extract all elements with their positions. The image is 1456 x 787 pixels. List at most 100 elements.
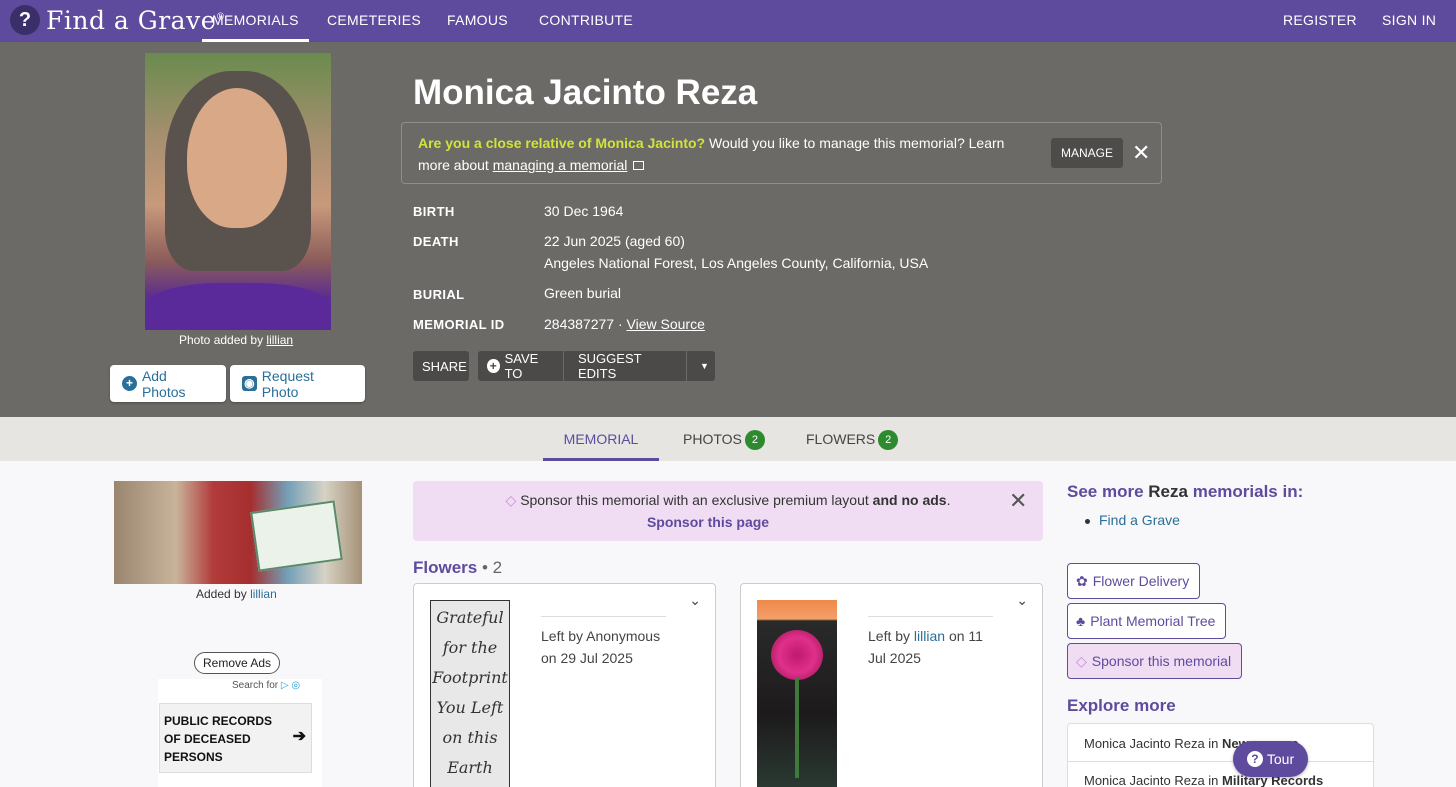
plant-tree-button[interactable]: ♣ Plant Memorial Tree (1067, 603, 1227, 639)
sponsor-text: ◇ Sponsor this memorial with an exclusiv… (505, 492, 951, 508)
bullet (1085, 519, 1090, 524)
side-photo-user-link[interactable]: lillian (250, 587, 277, 601)
memorial-portrait-photo[interactable] (145, 53, 331, 330)
suggest-edits-button[interactable]: SUGGEST EDITS (569, 351, 679, 381)
memorial-side-photo[interactable] (114, 481, 362, 584)
nav-cemeteries[interactable]: CEMETERIES (327, 0, 421, 42)
find-a-grave-link[interactable]: Find a Grave (1099, 512, 1180, 528)
close-icon[interactable]: ✕ (1132, 142, 1150, 164)
poem-line: on this (442, 728, 498, 747)
nav-register[interactable]: REGISTER (1283, 0, 1357, 42)
close-icon[interactable]: ✕ (1009, 490, 1027, 512)
portrait-face (187, 88, 287, 228)
tab-memorial[interactable]: MEMORIAL (543, 417, 659, 461)
ad-search-label: Search for ▷ ◎ (232, 680, 301, 691)
remove-ads-button[interactable]: Remove Ads (194, 652, 281, 674)
poem-line: for the (442, 638, 498, 657)
flowers-title: Flowers • 2 (413, 558, 503, 577)
plus-circle-icon: + (487, 359, 500, 373)
nav-contribute[interactable]: CONTRIBUTE (539, 0, 633, 42)
explore-more-heading: Explore more (1067, 696, 1176, 715)
burial-value: Green burial (544, 285, 622, 301)
flower-card[interactable]: Grateful for the Footprint You Left on t… (413, 583, 716, 787)
photo-caption: Photo added by lillian (179, 333, 294, 347)
tab-flowers-label: FLOWERS (806, 431, 876, 447)
sponsor-memorial-button[interactable]: ◇ Sponsor this memorial (1067, 643, 1243, 679)
explore-list: Monica Jacinto Reza in Newspapers Monica… (1067, 723, 1374, 787)
logo-text: Find a Grave® (46, 5, 226, 35)
flower-icon: ✿ (1076, 572, 1088, 589)
view-source-link[interactable]: View Source (627, 316, 705, 332)
nav-memorials[interactable]: MEMORIALS (202, 0, 309, 42)
birth-value: 30 Dec 1964 (544, 203, 624, 219)
diamond-icon: ◇ (1076, 652, 1087, 669)
nav-famous[interactable]: FAMOUS (447, 0, 508, 42)
flower-left-by: Left by Anonymous on 29 Jul 2025 (541, 616, 666, 669)
memorial-tabs: MEMORIAL PHOTOS 2 FLOWERS 2 (0, 417, 1456, 461)
sponsor-memorial-label: Sponsor this memorial (1091, 653, 1232, 669)
ad-public-records-button[interactable]: PUBLIC RECORDS OF DECEASED PERSONS ➔ (159, 703, 312, 773)
tour-button[interactable]: ? Tour (1233, 741, 1308, 777)
request-photo-button[interactable]: ◉ Request Photo (230, 365, 365, 402)
death-place: Angeles National Forest, Los Angeles Cou… (544, 255, 929, 271)
death-label: DEATH (413, 234, 459, 249)
rose-bloom (771, 630, 823, 680)
divider (563, 351, 564, 381)
nav-sign-in[interactable]: SIGN IN (1382, 0, 1436, 42)
poem-line: You Left (436, 698, 504, 717)
see-more-heading: See more Reza memorials in: (1067, 482, 1304, 501)
save-to-button[interactable]: + SAVE TO (478, 351, 563, 381)
question-icon: ? (1246, 751, 1263, 767)
photos-count-badge: 2 (744, 430, 765, 451)
request-photo-label: Request Photo (261, 367, 314, 400)
flower-poem-image: Grateful for the Footprint You Left on t… (430, 600, 510, 787)
death-value: 22 Jun 2025 (aged 60) (544, 233, 685, 249)
tab-flowers[interactable]: FLOWERS 2 (806, 417, 899, 461)
divider (1068, 761, 1373, 762)
birth-label: BIRTH (413, 204, 455, 219)
diamond-icon: ◇ (505, 492, 517, 508)
flower-card[interactable]: Left by lillian on 11 Jul 2025 ⌄ (740, 583, 1043, 787)
photo-sign (250, 500, 343, 572)
chevron-down-icon[interactable]: ⌄ (1016, 592, 1028, 609)
ad-choices-icon[interactable]: ▷ ◎ (281, 680, 300, 691)
memorial-id-value: 284387277 · View Source (544, 316, 705, 332)
photo-caption-user-link[interactable]: lillian (266, 333, 293, 347)
add-photos-button[interactable]: + Add Photos (110, 365, 226, 402)
manage-button[interactable]: MANAGE (1051, 138, 1124, 168)
chevron-down-icon[interactable]: ⌄ (689, 592, 701, 609)
sponsor-banner: ◇ Sponsor this memorial with an exclusiv… (413, 481, 1043, 541)
tree-icon: ♣ (1076, 613, 1086, 629)
managing-memorial-link[interactable]: managing a memorial (493, 157, 628, 173)
flower-delivery-label: Flower Delivery (1092, 573, 1190, 589)
find-a-grave-logo[interactable]: ? Find a Grave® (10, 3, 226, 37)
flower-user-link[interactable]: lillian (914, 628, 945, 644)
share-button[interactable]: SHARE (413, 351, 469, 381)
flower-delivery-button[interactable]: ✿ Flower Delivery (1067, 563, 1201, 599)
burial-label: BURIAL (413, 287, 465, 302)
save-to-label: SAVE TO (504, 351, 539, 381)
ad-unit: Search for ▷ ◎ PUBLIC RECORDS OF DECEASE… (158, 679, 322, 787)
tour-label: Tour (1266, 751, 1295, 767)
camera-icon: ◉ (242, 376, 257, 391)
memorial-id-label: MEMORIAL ID (413, 317, 505, 332)
memorial-name: Monica Jacinto Reza (413, 73, 758, 112)
tab-photos-label: PHOTOS (683, 431, 742, 447)
add-photos-label: Add Photos (141, 367, 186, 400)
flowers-count-badge: 2 (878, 430, 899, 451)
poem-line: Grateful (436, 608, 504, 627)
ad-title: PUBLIC RECORDS OF DECEASED PERSONS (164, 714, 273, 764)
flower-left-by: Left by lillian on 11 Jul 2025 (868, 616, 993, 669)
caret-down-icon[interactable]: ▼ (691, 351, 713, 381)
poem-line: Earth (447, 758, 493, 777)
sponsor-page-link[interactable]: Sponsor this page (413, 514, 1003, 530)
manage-question: Are you a close relative of Monica Jacin… (418, 135, 1005, 173)
top-nav: ? Find a Grave® MEMORIALS CEMETERIES FAM… (0, 0, 1456, 42)
tab-photos[interactable]: PHOTOS 2 (683, 417, 765, 461)
question-logo-icon: ? (10, 5, 40, 35)
external-link-icon (633, 161, 645, 170)
manage-memorial-banner: Are you a close relative of Monica Jacin… (401, 122, 1162, 184)
rose-stem (795, 678, 799, 778)
plant-tree-label: Plant Memorial Tree (1090, 613, 1216, 629)
divider (686, 351, 687, 381)
